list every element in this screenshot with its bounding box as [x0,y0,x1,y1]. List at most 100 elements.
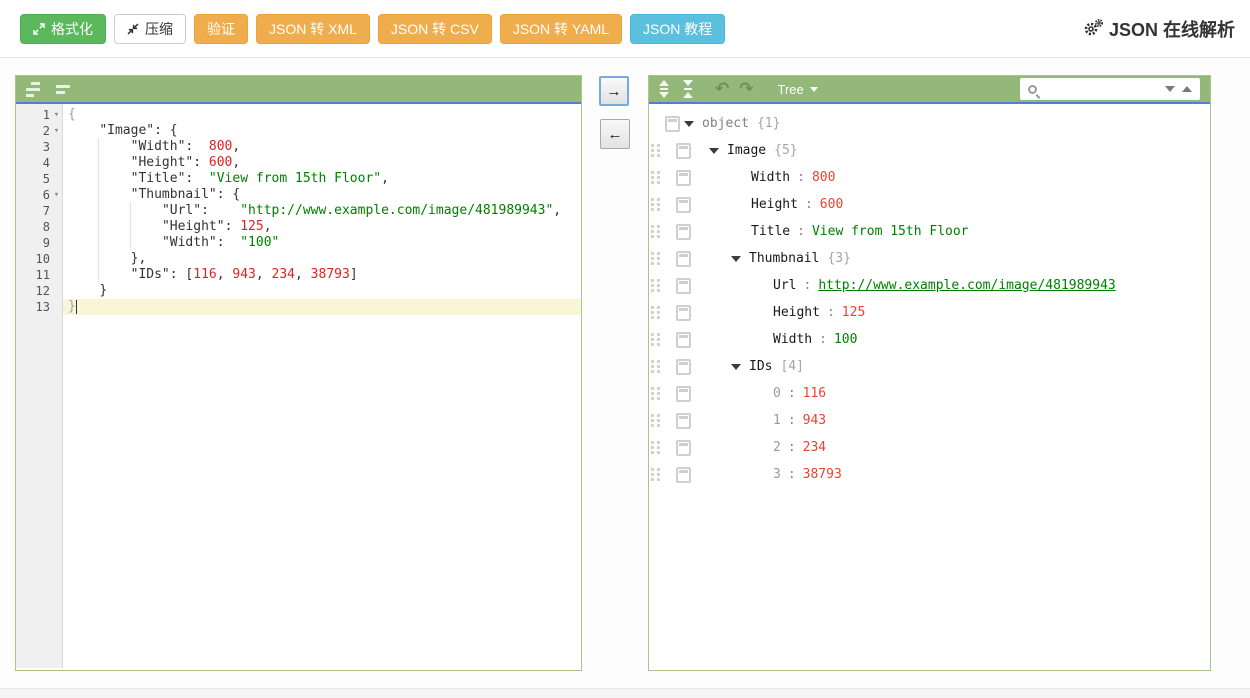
drag-handle-icon[interactable] [651,306,660,319]
drag-handle-icon[interactable] [651,468,660,481]
context-menu-button[interactable] [676,440,691,456]
editor-compress-icon-button[interactable] [56,85,72,94]
collapse-triangle-icon[interactable] [684,121,694,127]
context-menu-button[interactable] [676,224,691,240]
context-menu-button[interactable] [676,305,691,321]
tree-to-editor-button[interactable]: ← [600,119,630,149]
tree-field[interactable]: 3 [773,467,781,482]
context-menu-button[interactable] [676,278,691,294]
fold-arrow-icon[interactable] [50,299,63,315]
tree-field[interactable]: 1 [773,413,781,428]
tree-value[interactable]: 800 [812,170,835,185]
tree-value[interactable]: 125 [842,305,865,320]
context-menu-button[interactable] [676,170,691,186]
search-previous-icon-button[interactable] [1182,86,1192,92]
fold-arrow-icon[interactable] [50,171,63,187]
context-menu-button[interactable] [676,413,691,429]
drag-handle-icon[interactable] [651,387,660,400]
tree-value[interactable]: 116 [803,386,826,401]
code-editor[interactable]: 1 ▾ { 2 ▾ "Image": { 3 "Width": 800, 4 "… [16,104,581,668]
toolbar-button[interactable]: JSON 转 XML [256,14,370,44]
context-menu-button[interactable] [676,332,691,348]
fold-arrow-icon[interactable]: ▾ [50,187,63,203]
line-number: 9 [16,235,50,251]
line-number: 5 [16,171,50,187]
collapse-all-icon-button[interactable] [683,80,693,98]
tree-count: {1} [757,116,780,131]
fold-arrow-icon[interactable] [50,283,63,299]
fold-arrow-icon[interactable] [50,203,63,219]
collapse-triangle-icon[interactable] [731,256,741,262]
tree-field[interactable]: 0 [773,386,781,401]
toolbar-button[interactable]: 验证 [194,14,248,44]
context-menu-button[interactable] [676,359,691,375]
drag-handle-icon[interactable] [651,360,660,373]
context-menu-button[interactable] [676,386,691,402]
drag-handle-icon[interactable] [651,198,660,211]
redo-icon-button[interactable]: ↷ [739,80,753,97]
tree-field[interactable]: Width [773,332,812,347]
fold-arrow-icon[interactable] [50,267,63,283]
code-line: 6 ▾ "Thumbnail": { [16,187,581,203]
drag-handle-icon[interactable] [651,225,660,238]
drag-handle-icon[interactable] [651,414,660,427]
context-menu-button[interactable] [676,467,691,483]
toolbar-button[interactable]: JSON 教程 [630,14,725,44]
context-menu-button[interactable] [665,116,680,132]
collapse-triangle-icon[interactable] [731,364,741,370]
expand-all-icon-button[interactable] [659,80,669,98]
tree-separator: : [797,170,805,185]
fold-arrow-icon[interactable] [50,251,63,267]
toolbar-button[interactable]: 压缩 [114,14,186,44]
fold-arrow-icon[interactable] [50,139,63,155]
tree-field[interactable]: object [702,116,749,131]
fold-arrow-icon[interactable]: ▾ [50,107,63,123]
tree-field[interactable]: Image [727,143,766,158]
drag-handle-icon[interactable] [651,441,660,454]
context-menu-button[interactable] [676,251,691,267]
editor-format-icon-button[interactable] [26,82,42,97]
fold-arrow-icon[interactable] [50,155,63,171]
fold-arrow-icon[interactable] [50,235,63,251]
json-tree: object {1} Image {5} Width : 800 Height … [649,104,1210,668]
tree-value[interactable]: 943 [803,413,826,428]
tree-field[interactable]: 2 [773,440,781,455]
tree-value[interactable]: http://www.example.com/image/481989943 [818,278,1115,293]
tree-field[interactable]: Height [751,197,798,212]
tree-field[interactable]: Title [751,224,790,239]
tree-field[interactable]: Width [751,170,790,185]
drag-handle-icon[interactable] [651,333,660,346]
search-input[interactable] [1042,80,1160,98]
toolbar-button[interactable]: JSON 转 YAML [500,14,622,44]
collapse-triangle-icon[interactable] [709,148,719,154]
drag-handle-icon[interactable] [651,279,660,292]
fold-arrow-icon[interactable]: ▾ [50,123,63,139]
drag-handle-icon[interactable] [651,252,660,265]
tree-field[interactable]: Thumbnail [749,251,819,266]
drag-handle-icon[interactable] [651,144,660,157]
code-lines[interactable]: 1 ▾ { 2 ▾ "Image": { 3 "Width": 800, 4 "… [16,104,581,315]
tree-value[interactable]: 100 [834,332,857,347]
search-next-icon-button[interactable] [1165,86,1175,92]
expand-arrows-icon [33,23,45,35]
toolbar-button[interactable]: JSON 转 CSV [378,14,492,44]
editor-to-tree-button[interactable]: → [599,76,629,106]
context-menu-button[interactable] [676,197,691,213]
tree-value[interactable]: View from 15th Floor [812,224,969,239]
line-number: 7 [16,203,50,219]
code-line: 3 "Width": 800, [16,139,581,155]
tree-field[interactable]: Url [773,278,796,293]
tree-value[interactable]: 600 [820,197,843,212]
drag-handle-icon[interactable] [651,171,660,184]
fold-arrow-icon[interactable] [50,219,63,235]
context-menu-button[interactable] [676,143,691,159]
tree-field[interactable]: Height [773,305,820,320]
editor-panel-header [16,76,581,104]
toolbar-button[interactable]: 格式化 [20,14,106,44]
tree-field[interactable]: IDs [749,359,772,374]
undo-icon-button[interactable]: ↶ [715,80,729,97]
code-line: 9 "Width": "100" [16,235,581,251]
tree-value[interactable]: 234 [803,440,826,455]
mode-dropdown[interactable]: Tree [778,82,818,97]
tree-value[interactable]: 38793 [803,467,842,482]
